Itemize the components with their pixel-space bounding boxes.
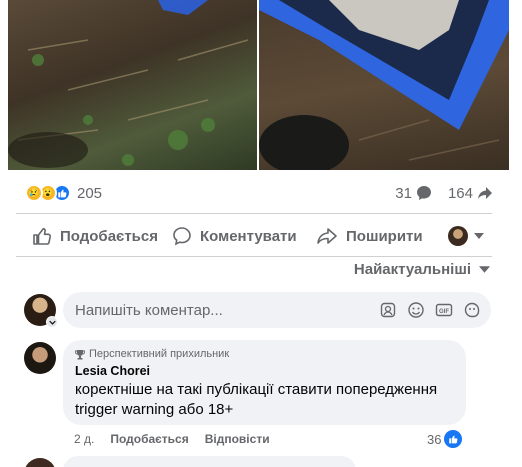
sad-emoji-icon[interactable]: 😢 — [25, 184, 43, 202]
avatar — [448, 226, 468, 246]
caret-down-icon — [474, 233, 484, 239]
comment-bubble: Перспективний прихильник Lesia Chorei ко… — [63, 340, 466, 425]
avatar-sticker-icon[interactable] — [379, 301, 397, 319]
post-photo-left[interactable] — [8, 0, 257, 170]
my-avatar[interactable] — [24, 294, 58, 328]
post-actions: Подобається Коментувати Поширити — [16, 220, 492, 252]
comment-input[interactable]: Напишіть коментар... — [75, 302, 379, 319]
shares-count[interactable]: 164 — [448, 185, 493, 202]
comment-reply-link[interactable]: Відповісти — [205, 432, 270, 446]
post-photo-right[interactable] — [259, 0, 509, 170]
share-arrow-icon — [478, 187, 492, 199]
comments-count-value: 31 — [395, 184, 412, 202]
comment-icon — [173, 227, 191, 246]
comment-reactions[interactable]: 36 — [427, 430, 463, 448]
share-button-label: Поширити — [346, 227, 423, 245]
comment-text-line: коректніше на такі публікації ставити по… — [75, 381, 438, 398]
commenter-avatar[interactable] — [24, 342, 56, 374]
comments-count[interactable]: 31 — [395, 185, 432, 202]
share-button[interactable]: Поширити — [316, 220, 423, 252]
divider — [16, 213, 492, 214]
trophy-icon — [75, 349, 85, 359]
gif-icon[interactable]: GIF — [435, 301, 453, 319]
commenter-avatar[interactable] — [24, 458, 56, 467]
sticker-icon[interactable] — [463, 301, 481, 319]
post-photos — [8, 0, 509, 170]
comment-text-line: trigger warning або 18+ — [75, 401, 234, 418]
comment-button-label: Коментувати — [200, 227, 297, 245]
comment-time[interactable]: 2 д. — [74, 432, 94, 446]
share-icon — [317, 228, 337, 244]
comment-text: коректніше на такі публікації ставити по… — [75, 380, 454, 420]
comment-reaction-count: 36 — [427, 431, 442, 447]
thumbs-up-icon — [33, 227, 52, 245]
shares-count-value: 164 — [447, 184, 473, 202]
comment-author[interactable]: Lesia Chorei — [75, 364, 454, 378]
svg-text:GIF: GIF — [439, 309, 449, 315]
caret-down-icon — [479, 266, 490, 273]
comment-like-link[interactable]: Подобається — [110, 432, 188, 446]
like-button[interactable]: Подобається — [32, 220, 158, 252]
comment-composer[interactable]: Напишіть коментар... GIF — [63, 292, 491, 328]
like-icon — [444, 430, 463, 448]
comment-meta: 2 д. Подобається Відповісти — [74, 432, 270, 446]
reaction-profile-selector[interactable] — [448, 226, 484, 246]
comment-sort-dropdown[interactable]: Найактуальніші — [354, 261, 490, 278]
emoji-icon[interactable] — [407, 301, 425, 319]
sort-label: Найактуальніші — [353, 261, 471, 278]
comment-bubble-icon — [416, 186, 431, 200]
reactions-bar: 😢 😮 205 31 164 — [25, 181, 493, 205]
divider — [16, 256, 492, 257]
fan-badge[interactable]: Перспективний прихильник — [75, 348, 454, 360]
reaction-count[interactable]: 205 — [77, 185, 102, 202]
like-button-label: Подобається — [60, 227, 158, 245]
comment-button[interactable]: Коментувати — [172, 220, 297, 252]
fan-badge-label: Перспективний прихильник — [89, 348, 230, 360]
chevron-down-icon[interactable] — [46, 316, 58, 328]
comment-bubble — [63, 456, 356, 467]
